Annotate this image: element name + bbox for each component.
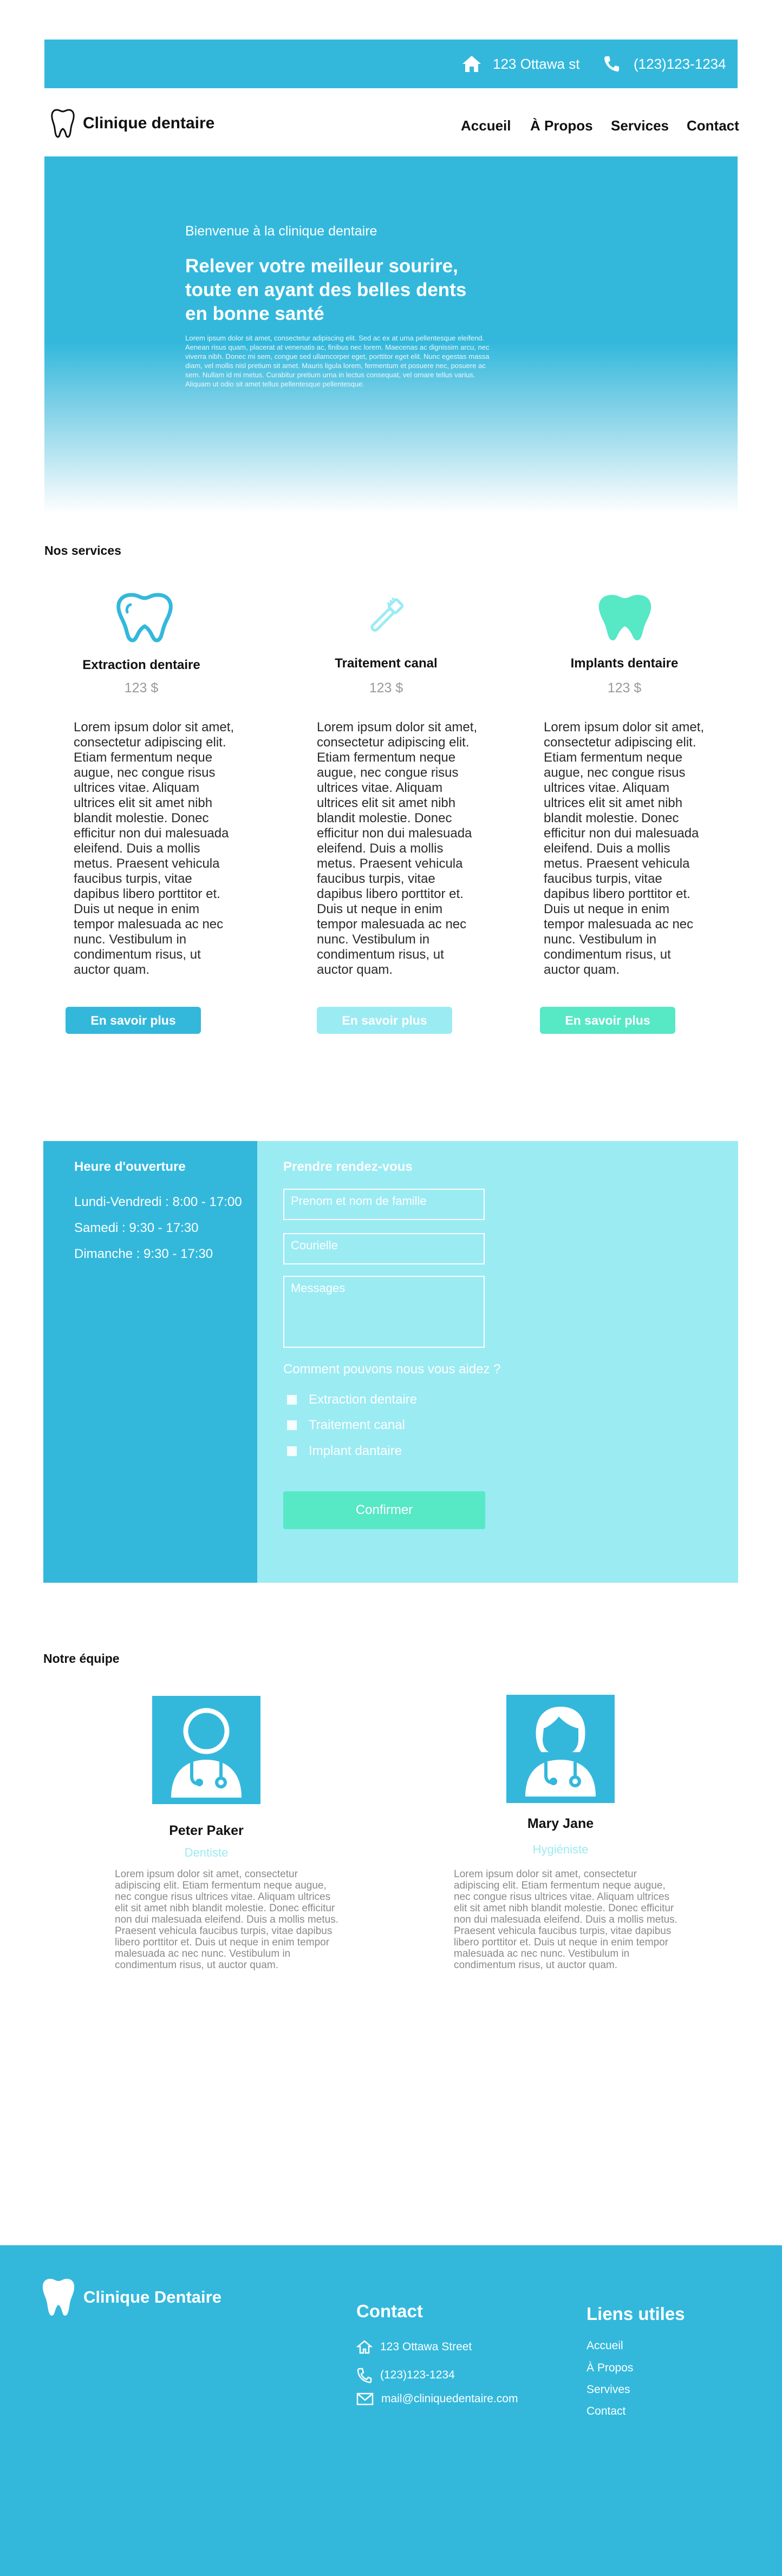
email-field[interactable]: Courielle — [283, 1233, 485, 1264]
phone-group: (123)123-1234 — [603, 40, 726, 88]
footer-link-accueil[interactable]: Accueil — [586, 2339, 623, 2352]
phone-icon — [357, 2368, 372, 2383]
footer-links-title: Liens utiles — [586, 2304, 685, 2324]
tooth-logo-icon — [42, 2279, 75, 2316]
doctor-female-icon — [525, 1707, 596, 1797]
footer-brand-name: Clinique Dentaire — [83, 2287, 221, 2306]
brand-logo[interactable]: Clinique dentaire — [50, 108, 214, 139]
hero-kicker: Bienvenue à la clinique dentaire — [185, 224, 377, 239]
message-field[interactable]: Messages — [283, 1276, 485, 1348]
help-question: Comment pouvons nous vous aidez ? — [283, 1362, 501, 1377]
member-role-mary: Hygiéniste — [532, 1843, 589, 1856]
footer-link-contact[interactable]: Contact — [586, 2405, 625, 2418]
service-price-extraction: 123 $ — [124, 680, 159, 696]
doctor-male-icon — [171, 1708, 242, 1798]
option-extraction[interactable]: Extraction dentaire — [287, 1392, 417, 1407]
phone-text[interactable]: (123)123-1234 — [634, 56, 726, 73]
footer-email-text: mail@cliniquedentaire.com — [381, 2393, 518, 2405]
home-icon — [462, 56, 481, 72]
services-title: Nos services — [44, 543, 121, 558]
hero-title: Relever votre meilleur sourire, toute en… — [185, 255, 467, 324]
tooth-outline-icon — [116, 593, 173, 643]
avatar — [506, 1695, 615, 1803]
service-price-canal: 123 $ — [369, 680, 403, 696]
checkbox[interactable] — [287, 1446, 297, 1456]
checkbox[interactable] — [287, 1395, 297, 1405]
checkbox[interactable] — [287, 1420, 297, 1430]
footer-brand[interactable]: Clinique Dentaire — [41, 2277, 221, 2317]
nav-a-propos[interactable]: À Propos — [530, 117, 593, 134]
option-label: Traitement canal — [309, 1418, 405, 1432]
service-desc-extraction: Lorem ipsum dolor sit amet, consectetur … — [74, 720, 234, 977]
footer-link-services[interactable]: Servives — [586, 2383, 630, 2396]
footer-email[interactable]: mail@cliniquedentaire.com — [356, 2393, 518, 2405]
home-icon — [356, 2340, 373, 2354]
service-price-implants: 123 $ — [607, 680, 642, 696]
learn-more-button-extraction[interactable]: En savoir plus — [66, 1007, 201, 1034]
top-contact-bar: 123 Ottawa st (123)123-1234 — [44, 40, 738, 88]
service-name-canal: Traitement canal — [335, 656, 438, 671]
member-bio-peter: Lorem ipsum dolor sit amet, consectetur … — [115, 1869, 338, 1971]
hours-sunday: Dimanche : 9:30 - 17:30 — [74, 1247, 213, 1261]
service-desc-implants: Lorem ipsum dolor sit amet, consectetur … — [544, 720, 705, 977]
member-name-peter: Peter Paker — [169, 1823, 244, 1838]
member-name-mary: Mary Jane — [527, 1816, 594, 1831]
address-text: 123 Ottawa st — [493, 55, 580, 72]
nav-contact[interactable]: Contact — [687, 117, 739, 134]
nav-accueil[interactable]: Accueil — [461, 117, 511, 134]
option-canal[interactable]: Traitement canal — [287, 1418, 405, 1433]
nav-services[interactable]: Services — [611, 117, 669, 134]
tooth-logo-icon — [51, 109, 75, 138]
brand-name: Clinique dentaire — [83, 114, 215, 132]
mail-icon — [356, 2393, 374, 2405]
avatar — [152, 1696, 260, 1804]
option-label: Implant dantaire — [309, 1444, 402, 1458]
footer-address: 123 Ottawa Street — [356, 2339, 472, 2355]
member-role-peter: Dentiste — [184, 1846, 229, 1859]
member-bio-mary: Lorem ipsum dolor sit amet, consectetur … — [454, 1869, 677, 1971]
footer-contact-title: Contact — [356, 2301, 423, 2321]
address-group: 123 Ottawa st — [461, 40, 579, 88]
option-implant[interactable]: Implant dantaire — [287, 1444, 402, 1459]
toothbrush-icon — [370, 597, 404, 632]
team-title: Notre équipe — [43, 1651, 120, 1666]
learn-more-button-implants[interactable]: En savoir plus — [540, 1007, 675, 1034]
service-desc-canal: Lorem ipsum dolor sit amet, consectetur … — [317, 720, 478, 977]
footer-phone[interactable]: (123)123-1234 — [356, 2367, 455, 2383]
footer-address-text: 123 Ottawa Street — [380, 2341, 472, 2353]
name-field[interactable]: Prenom et nom de famille — [283, 1189, 485, 1220]
footer-link-a-propos[interactable]: À Propos — [586, 2362, 633, 2375]
learn-more-button-canal[interactable]: En savoir plus — [317, 1007, 452, 1034]
confirm-button[interactable]: Confirmer — [283, 1491, 485, 1529]
opening-hours-title: Heure d'ouverture — [74, 1159, 186, 1174]
phone-icon — [604, 56, 619, 72]
hours-saturday: Samedi : 9:30 - 17:30 — [74, 1221, 199, 1235]
service-name-extraction: Extraction dentaire — [82, 658, 200, 672]
service-name-implants: Implants dentaire — [570, 656, 679, 671]
tooth-filled-icon — [598, 595, 651, 640]
hero-body: Lorem ipsum dolor sit amet, consectetur … — [185, 334, 490, 388]
appointment-title: Prendre rendez-vous — [283, 1159, 413, 1174]
footer-phone-text: (123)123-1234 — [380, 2369, 455, 2381]
option-label: Extraction dentaire — [309, 1392, 418, 1407]
hours-weekdays: Lundi-Vendredi : 8:00 - 17:00 — [74, 1195, 242, 1209]
